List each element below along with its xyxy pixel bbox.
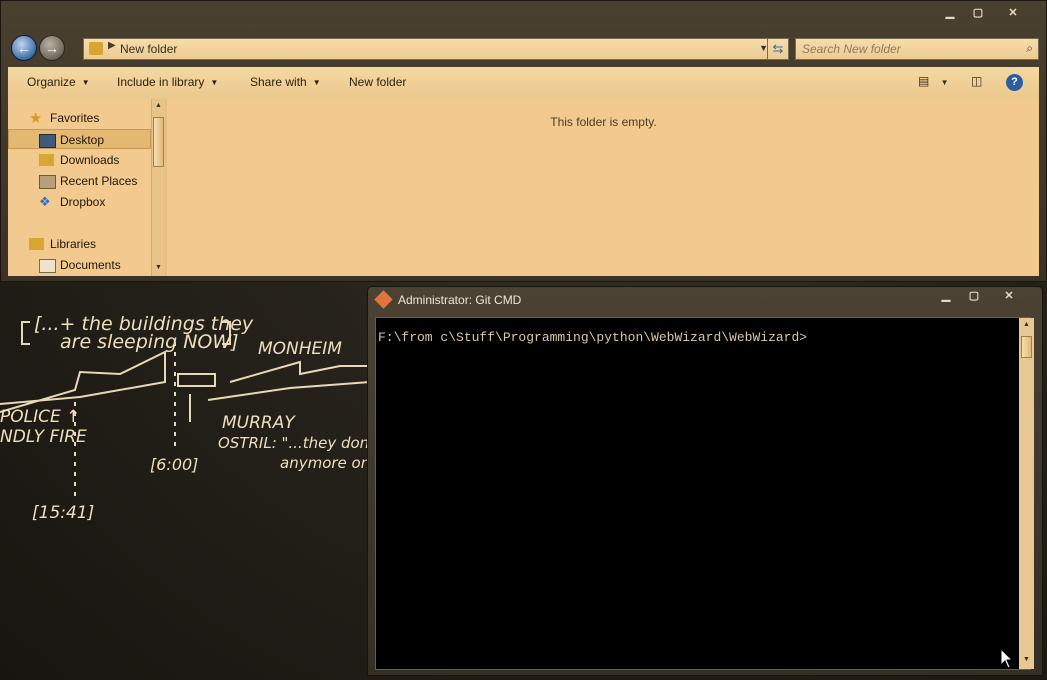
scroll-down-icon[interactable]: ▼ xyxy=(1023,656,1030,663)
refresh-icon[interactable]: ⇆ xyxy=(767,38,789,60)
search-input[interactable] xyxy=(802,42,1012,56)
new-folder-label: New folder xyxy=(349,75,407,89)
search-box[interactable]: ⌕ xyxy=(795,38,1039,60)
scroll-up-icon[interactable]: ▲ xyxy=(155,102,162,109)
mouse-cursor-icon xyxy=(1000,648,1014,669)
help-icon[interactable]: ? xyxy=(1006,74,1023,91)
nav-item-downloads[interactable]: Downloads xyxy=(8,150,151,170)
search-icon[interactable]: ⌕ xyxy=(1026,41,1033,56)
nav-item-recent-places[interactable]: Recent Places xyxy=(8,171,151,191)
wallpaper-sketch: [...+ the buildings they are sleeping NO… xyxy=(0,313,370,523)
scroll-down-icon[interactable]: ▼ xyxy=(155,264,162,271)
new-folder-button[interactable]: New folder xyxy=(349,75,406,89)
libraries-icon xyxy=(29,238,44,250)
desktop-icon xyxy=(39,134,56,148)
wallpaper-text-time1: [15:41] xyxy=(32,503,94,523)
nav-label: Documents xyxy=(60,258,121,272)
scrollbar-thumb[interactable] xyxy=(153,117,164,167)
dropbox-icon: ❖ xyxy=(39,194,51,209)
explorer-toolbar: Organize ▼ Include in library ▼ Share with… xyxy=(8,67,1039,100)
breadcrumb-chevron-icon[interactable]: ▶ xyxy=(108,40,116,51)
nav-label: Recent Places xyxy=(60,174,138,188)
share-with-label: Share with xyxy=(250,75,307,89)
share-with-button[interactable]: Share with ▼ xyxy=(250,75,321,89)
include-in-library-button[interactable]: Include in library ▼ xyxy=(117,75,218,89)
wallpaper-text-murray: MURRAY xyxy=(222,413,296,433)
chevron-down-icon: ▼ xyxy=(81,78,90,87)
scrollbar-thumb[interactable] xyxy=(1021,336,1032,358)
cmd-window-controls: ▁ ▢ ✕ xyxy=(932,288,1030,305)
wallpaper-text-anymore: anymore on th xyxy=(280,454,370,472)
star-icon: ★ xyxy=(29,110,43,127)
minimize-icon[interactable]: ▁ xyxy=(936,5,964,22)
recent-places-icon xyxy=(39,175,56,189)
navigation-pane: ★ Favorites Desktop Downloads Recent Pla… xyxy=(8,99,166,276)
nav-label: Libraries xyxy=(50,237,97,251)
window-title: Administrator: Git CMD xyxy=(398,293,522,307)
documents-icon xyxy=(39,259,56,273)
explorer-window: ▁ ▢ ✕ ← → ▶ New folder ▼ ⇆ ⌕ Organize ▼ I… xyxy=(0,0,1047,282)
forward-arrow-icon[interactable]: → xyxy=(39,35,65,61)
downloads-folder-icon xyxy=(39,154,54,166)
address-bar[interactable]: ▶ New folder ▼ xyxy=(83,38,773,60)
explorer-window-controls: ▁ ▢ ✕ xyxy=(936,5,1034,22)
nav-label: Downloads xyxy=(60,153,120,167)
chevron-down-icon: ▼ xyxy=(312,78,321,87)
preview-pane-icon[interactable]: ◫ xyxy=(971,74,982,88)
wallpaper-text-monheim: MONHEIM xyxy=(258,339,342,359)
minimize-icon[interactable]: ▁ xyxy=(932,288,960,305)
scroll-up-icon[interactable]: ▲ xyxy=(1023,321,1030,328)
explorer-content: ★ Favorites Desktop Downloads Recent Pla… xyxy=(8,99,1039,276)
wallpaper-text-fire: NDLY FIRE xyxy=(0,427,87,447)
wallpaper-text-time2: [6:00] xyxy=(150,455,198,474)
nav-item-favorites[interactable]: ★ Favorites xyxy=(8,108,151,128)
close-icon[interactable]: ✕ xyxy=(988,288,1030,305)
maximize-icon[interactable]: ▢ xyxy=(960,288,988,305)
back-arrow-icon[interactable]: ← xyxy=(11,35,37,61)
maximize-icon[interactable]: ▢ xyxy=(964,5,992,22)
git-cmd-window: Administrator: Git CMD ▁ ▢ ✕ F:\from c\S… xyxy=(367,286,1043,676)
explorer-navbar: ← → ▶ New folder ▼ ⇆ ⌕ xyxy=(11,35,1041,63)
pane-divider[interactable] xyxy=(165,99,167,276)
include-in-library-label: Include in library xyxy=(117,75,205,89)
console-output[interactable]: F:\from c\Stuff\Programming\python\WebWi… xyxy=(375,317,1034,670)
address-path[interactable]: New folder xyxy=(120,42,177,56)
wallpaper-text-ostril: OSTRIL: "...they don't xyxy=(218,434,370,452)
nav-item-documents[interactable]: Documents xyxy=(8,255,151,275)
git-icon xyxy=(374,290,393,309)
close-icon[interactable]: ✕ xyxy=(992,5,1034,22)
nav-label: Desktop xyxy=(60,133,105,147)
chevron-down-icon: ▼ xyxy=(210,78,219,87)
navigation-scrollbar[interactable]: ▲ ▼ xyxy=(151,99,166,276)
folder-icon xyxy=(89,42,103,55)
organize-button[interactable]: Organize ▼ xyxy=(27,75,90,89)
console-scrollbar[interactable]: ▲ ▼ xyxy=(1019,318,1034,669)
nav-label: Dropbox xyxy=(60,195,106,209)
nav-item-desktop[interactable]: Desktop xyxy=(8,129,151,149)
view-options-icon[interactable]: ▤ ▼ xyxy=(918,74,949,88)
wallpaper-text-police: POLICE ↑ xyxy=(0,407,80,427)
organize-label: Organize xyxy=(27,75,76,89)
nav-label: Favorites xyxy=(50,111,100,125)
empty-folder-message: This folder is empty. xyxy=(550,115,657,129)
nav-item-dropbox[interactable]: ❖ Dropbox xyxy=(8,192,151,212)
command-prompt[interactable]: F:\from c\Stuff\Programming\python\WebWi… xyxy=(378,330,807,345)
nav-item-libraries[interactable]: Libraries xyxy=(8,234,151,254)
wallpaper-text-2: are sleeping NOW] xyxy=(60,331,239,353)
